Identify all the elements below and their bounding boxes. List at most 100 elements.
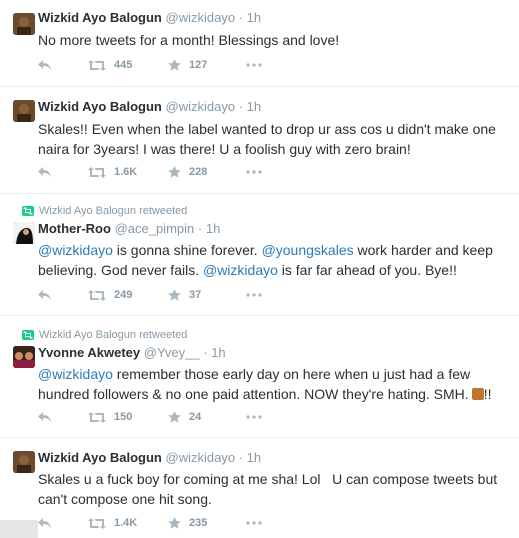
star-icon [168, 517, 181, 529]
tweet-text-segment: is gonna shine forever. [112, 242, 262, 258]
favorite-button[interactable]: 228 [168, 166, 246, 178]
tweet-item[interactable]: Wizkid Ayo Balogun @wizkidayo · 1h Skale… [0, 438, 519, 538]
retweeted-by-text[interactable]: Wizkid Ayo Balogun retweeted [39, 329, 187, 341]
retweet-icon [88, 517, 106, 529]
avatar[interactable] [13, 222, 35, 244]
author-name[interactable]: Wizkid Ayo Balogun [38, 10, 162, 25]
tweet-text-segment: Skales u a fuck boy for coming at me sha… [38, 471, 502, 507]
separator-dot: · [197, 221, 203, 236]
tweet-timestamp[interactable]: 1h [247, 450, 261, 465]
tweet-item[interactable]: Wizkid Ayo Balogun @wizkidayo · 1h No mo… [0, 0, 519, 87]
tweet-timestamp[interactable]: 1h [247, 99, 261, 114]
tweet-actions: 1.4K 235 [38, 515, 266, 531]
reply-icon [38, 289, 51, 300]
favorite-count: 235 [189, 517, 208, 529]
favorite-count: 127 [189, 59, 208, 71]
reply-icon [38, 411, 51, 422]
separator-dot: · [238, 10, 244, 25]
reply-icon [38, 517, 51, 528]
retweet-badge-icon [22, 330, 34, 340]
more-button[interactable] [246, 170, 266, 174]
avatar[interactable] [13, 100, 35, 122]
more-dots-icon [246, 293, 262, 297]
more-dots-icon [246, 170, 262, 174]
tweet-text-segment: is far far ahead of you. Bye!! [277, 262, 457, 278]
tweet-timestamp[interactable]: 1h [247, 10, 261, 25]
retweet-count: 1.4K [114, 517, 138, 529]
author-handle[interactable]: @wizkidayo [166, 450, 236, 465]
separator-dot: · [238, 99, 244, 114]
retweet-icon [88, 59, 106, 71]
star-icon [168, 166, 181, 178]
reply-button[interactable] [38, 411, 88, 423]
favorite-count: 228 [189, 166, 208, 178]
avatar[interactable] [13, 451, 35, 473]
tweet-actions: 150 24 [38, 409, 266, 425]
reply-button[interactable] [38, 166, 88, 178]
retweet-badge-icon [22, 206, 34, 216]
favorite-button[interactable]: 24 [168, 411, 246, 423]
author-handle[interactable]: @ace_pimpin [115, 221, 195, 236]
retweet-button[interactable]: 1.4K [88, 517, 168, 529]
avatar[interactable] [13, 13, 35, 35]
retweeted-by-text[interactable]: Wizkid Ayo Balogun retweeted [39, 205, 187, 217]
star-icon [168, 411, 181, 423]
tweet-text: Skales!! Even when the label wanted to d… [38, 119, 508, 159]
author-name[interactable]: Wizkid Ayo Balogun [38, 450, 162, 465]
avatar[interactable] [13, 346, 35, 368]
reply-button[interactable] [38, 59, 88, 71]
reply-button[interactable] [38, 289, 88, 301]
tweet-text-segment: !! [483, 386, 492, 402]
tweet-item[interactable]: Wizkid Ayo Balogun @wizkidayo · 1h Skale… [0, 87, 519, 194]
tweet-text-segment: Skales!! Even when the label wanted to d… [38, 121, 496, 157]
separator-dot: · [203, 345, 208, 360]
favorite-button[interactable]: 37 [168, 289, 246, 301]
more-dots-icon [246, 63, 262, 67]
tweet-item[interactable]: Wizkid Ayo Balogun retweeted Yvonne Akwe… [0, 316, 519, 438]
author-name[interactable]: Yvonne Akwetey [38, 345, 140, 360]
retweet-button[interactable]: 445 [88, 59, 168, 71]
retweet-count: 249 [114, 289, 133, 301]
mention-link[interactable]: @wizkidayo [38, 242, 113, 258]
retweet-button[interactable]: 150 [88, 411, 168, 423]
tweet-text: No more tweets for a month! Blessings an… [38, 30, 508, 50]
author-handle[interactable]: @wizkidayo [166, 99, 236, 114]
star-icon [168, 289, 181, 301]
thumbs-down-emoji [471, 388, 484, 400]
retweet-count: 1.6K [114, 166, 138, 178]
author-handle[interactable]: @Yvey__ [144, 345, 200, 360]
favorite-button[interactable]: 127 [168, 59, 246, 71]
favorite-button[interactable]: 235 [168, 517, 246, 529]
tweet-text-segment: No more tweets for a month! Blessings an… [38, 32, 340, 48]
reply-button[interactable] [38, 517, 88, 529]
retweet-icon [88, 166, 106, 178]
tweet-text: @wizkidayo is gonna shine forever. @youn… [38, 240, 508, 280]
more-dots-icon [246, 415, 262, 419]
author-name[interactable]: Mother-Roo [38, 221, 111, 236]
star-icon [168, 59, 181, 71]
author-handle[interactable]: @wizkidayo [166, 10, 236, 25]
favorite-count: 37 [189, 289, 202, 301]
tweet-actions: 445 127 [38, 57, 266, 73]
retweet-button[interactable]: 1.6K [88, 166, 168, 178]
more-button[interactable] [246, 293, 266, 297]
tweet-actions: 249 37 [38, 287, 266, 303]
tweet-timestamp[interactable]: 1h [211, 345, 225, 360]
retweet-button[interactable]: 249 [88, 289, 168, 301]
tweet-item[interactable]: Wizkid Ayo Balogun retweeted Mother-Roo … [0, 194, 519, 316]
author-name[interactable]: Wizkid Ayo Balogun [38, 99, 162, 114]
tweet-header: Wizkid Ayo Balogun @wizkidayo · 1h [38, 10, 261, 25]
tweet-header: Wizkid Ayo Balogun @wizkidayo · 1h [38, 99, 261, 114]
mention-link[interactable]: @wizkidayo [203, 262, 278, 278]
separator-dot: · [238, 450, 244, 465]
mention-link[interactable]: @youngskales [262, 242, 354, 258]
page-corner-overlay [0, 520, 38, 538]
tweet-timestamp[interactable]: 1h [206, 221, 220, 236]
mention-link[interactable]: @wizkidayo [38, 366, 113, 382]
retweet-count: 150 [114, 411, 133, 423]
more-button[interactable] [246, 415, 266, 419]
more-button[interactable] [246, 63, 266, 67]
tweet-text: @wizkidayo remember those early day on h… [38, 364, 508, 404]
more-button[interactable] [246, 521, 266, 525]
retweeted-by-line: Wizkid Ayo Balogun retweeted [22, 205, 187, 217]
